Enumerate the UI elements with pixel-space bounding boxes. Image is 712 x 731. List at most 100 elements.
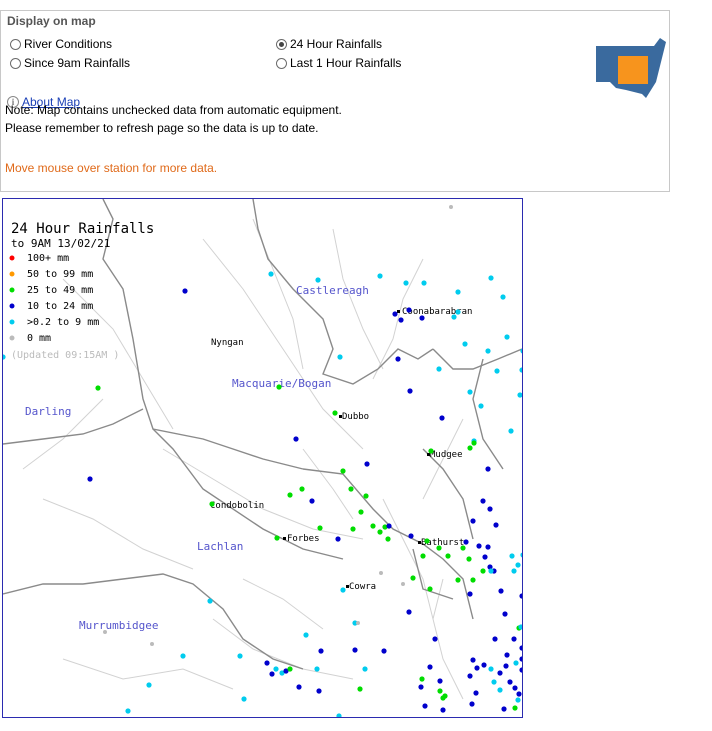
radio-circle[interactable] [276,57,287,69]
nsw-locator-map[interactable] [596,38,668,100]
rainfall-station-marker[interactable] [377,273,383,279]
rainfall-station-marker[interactable] [406,609,412,615]
rainfall-station-marker[interactable] [455,289,461,295]
rainfall-station-marker[interactable] [467,591,473,597]
rainfall-station-marker[interactable] [318,648,324,654]
rainfall-station-marker[interactable] [274,535,280,541]
rainfall-station-marker[interactable] [427,586,433,592]
last-1-hour-rainfalls-radio[interactable]: Last 1 Hour Rainfalls [276,56,401,70]
rainfall-station-marker[interactable] [377,529,383,535]
rainfall-station-marker[interactable] [3,354,6,360]
rainfall-station-marker[interactable] [467,445,473,451]
rainfall-station-marker[interactable] [401,582,405,586]
rainfall-station-marker[interactable] [455,309,461,315]
rainfall-station-marker[interactable] [508,428,514,434]
rainfall-station-marker[interactable] [348,486,354,492]
rainfall-station-marker[interactable] [473,690,479,696]
rainfall-station-marker[interactable] [436,545,442,551]
radio-circle-selected[interactable] [276,38,287,50]
rainfall-station-marker[interactable] [398,317,404,323]
rainfall-station-marker[interactable] [125,708,131,714]
rainfall-station-marker[interactable] [237,653,243,659]
rainfall-station-marker[interactable] [314,666,320,672]
rainfall-station-marker[interactable] [432,636,438,642]
rainfall-station-marker[interactable] [386,523,392,529]
rainfall-station-marker[interactable] [512,685,518,691]
rainfall-station-marker[interactable] [403,280,409,286]
rainfall-station-marker[interactable] [95,385,101,391]
rainfall-station-marker[interactable] [470,657,476,663]
rainfall-station-marker[interactable] [424,538,430,544]
rainfall-station-marker[interactable] [513,660,519,666]
rainfall-station-marker[interactable] [519,593,522,599]
rainfall-station-marker[interactable] [421,280,427,286]
rainfall-station-marker[interactable] [407,388,413,394]
rainfall-station-marker[interactable] [504,334,510,340]
rainfall-station-marker[interactable] [497,687,503,693]
rainfall-station-marker[interactable] [287,492,293,498]
rainfall-station-marker[interactable] [381,648,387,654]
rainfall-station-marker[interactable] [362,666,368,672]
rainfall-station-marker[interactable] [408,533,414,539]
rainfall-station-marker[interactable] [207,598,213,604]
rainfall-station-marker[interactable] [276,384,282,390]
rainfall-station-marker[interactable] [501,706,507,712]
rainfall-station-marker[interactable] [336,713,342,717]
rainfall-station-marker[interactable] [406,307,412,313]
rainfall-station-marker[interactable] [364,461,370,467]
rainfall-station-marker[interactable] [419,676,425,682]
rainfall-station-marker[interactable] [418,684,424,690]
rainfall-station-marker[interactable] [488,568,494,574]
rainfall-station-marker[interactable] [480,568,486,574]
rainfall-station-marker[interactable] [337,354,343,360]
rainfall-station-marker[interactable] [462,341,468,347]
rainfall-station-marker[interactable] [439,415,445,421]
rainfall-station-marker[interactable] [273,666,279,672]
rainfall-station-marker[interactable] [519,667,522,673]
rainfall-station-marker[interactable] [385,536,391,542]
rainfall-station-marker[interactable] [293,436,299,442]
rainfall-station-marker[interactable] [363,493,369,499]
rainfall-station-marker[interactable] [476,543,482,549]
rainfall-station-marker[interactable] [150,642,154,646]
rainfall-station-marker[interactable] [422,703,428,709]
rainfall-station-marker[interactable] [420,553,426,559]
rainfall-station-marker[interactable] [356,621,360,625]
rainfall-station-marker[interactable] [287,666,293,672]
rainfall-station-marker[interactable] [470,577,476,583]
rainfall-station-marker[interactable] [440,707,446,713]
rainfall-station-marker[interactable] [494,368,500,374]
rainfall-station-marker[interactable] [299,486,305,492]
rainfall-station-marker[interactable] [436,366,442,372]
rainfall-station-marker[interactable] [467,673,473,679]
rainfall-station-marker[interactable] [437,678,443,684]
rainfall-station-marker[interactable] [317,525,323,531]
rainfall-station-marker[interactable] [315,277,321,283]
rainfall-station-marker[interactable] [493,522,499,528]
rainfall-station-marker[interactable] [357,686,363,692]
rainfall-station-marker[interactable] [352,647,358,653]
rainfall-station-marker[interactable] [515,562,521,568]
rainfall-station-marker[interactable] [440,695,446,701]
rainfall-station-marker[interactable] [463,539,469,545]
rainfall-station-marker[interactable] [497,670,503,676]
rainfall-station-marker[interactable] [511,568,517,574]
rainfall-station-marker[interactable] [455,577,461,583]
rainfall-station-marker[interactable] [379,571,383,575]
rainfall-station-marker[interactable] [504,652,510,658]
rainfall-station-marker[interactable] [103,630,107,634]
rainfall-station-marker[interactable] [487,506,493,512]
24-hour-rainfalls-radio[interactable]: 24 Hour Rainfalls [276,37,382,51]
rainfall-station-marker[interactable] [485,544,491,550]
rainfall-station-marker[interactable] [471,440,477,446]
rainfall-station-marker[interactable] [492,636,498,642]
rainfall-station-marker[interactable] [503,663,509,669]
rainfall-station-marker[interactable] [485,348,491,354]
rainfall-station-marker[interactable] [182,288,188,294]
rainfall-station-marker[interactable] [478,403,484,409]
rainfall-station-marker[interactable] [332,410,338,416]
rainfall-station-marker[interactable] [268,271,274,277]
rainfall-station-marker[interactable] [474,665,480,671]
rainfall-station-marker[interactable] [500,294,506,300]
rainfall-station-marker[interactable] [519,367,522,373]
